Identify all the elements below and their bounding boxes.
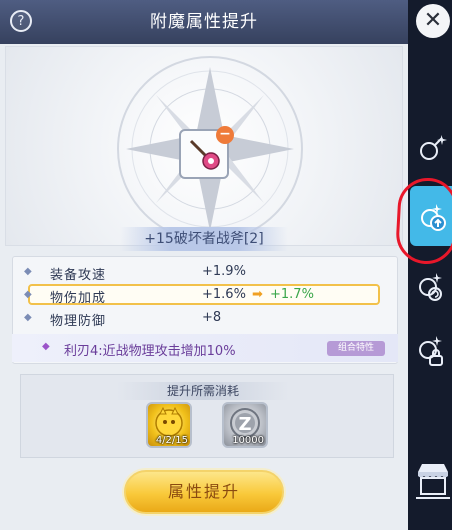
stat-next-value: +1.7% [270, 287, 314, 302]
right-sidebar [408, 0, 452, 530]
item-name: +15破坏者战斧[2] [120, 227, 288, 251]
stat-name: 装备攻速 [50, 268, 107, 283]
diamond-icon: ◆ [42, 341, 50, 352]
arrow-right-icon: ➡ [252, 287, 263, 302]
stat-current-value: +1.9% [202, 264, 246, 279]
diamond-icon: ◆ [24, 266, 32, 277]
help-button[interactable]: ? [10, 10, 32, 32]
stat-current-value: +8 [202, 310, 222, 325]
diamond-icon: ◆ [24, 289, 32, 300]
stat-current-value: +1.6% [202, 287, 246, 302]
combo-bonus-row: ◆ 利刃4:近战物理攻击增加10% 组合特性 [12, 334, 398, 362]
material-count: 4/2/15 [155, 435, 188, 446]
sidebar-tab-enchant-lock[interactable] [414, 334, 448, 368]
page-title: 附魔属性提升 [150, 12, 258, 32]
combo-tag-badge: 组合特性 [327, 341, 385, 356]
stat-row[interactable]: ◆ 装备攻速 +1.9% [24, 262, 380, 284]
stat-row[interactable]: ◆ 物理防御 +8 [24, 308, 380, 330]
material-slot-zeny[interactable]: Z 10000 [222, 402, 268, 448]
stat-name: 物理防御 [50, 314, 107, 329]
annotation-red-circle [394, 176, 452, 266]
stat-row[interactable]: ◆ 物伤加成 +1.6% ➡ +1.7% [24, 285, 380, 307]
diamond-icon: ◆ [24, 312, 32, 323]
enchant-reset-icon [419, 273, 442, 301]
upgrade-attribute-button[interactable]: 属性提升 [124, 470, 284, 514]
combo-bonus-text: 利刃4:近战物理攻击增加10% [64, 344, 236, 359]
svg-text:Z: Z [238, 414, 251, 435]
sidebar-tab-enchant-reset[interactable] [414, 270, 448, 304]
material-count: 10000 [232, 435, 264, 446]
sidebar-tab-enchant[interactable] [414, 132, 448, 166]
material-slot-gold[interactable]: 4/2/15 [146, 402, 192, 448]
enchant-lock-icon [419, 336, 443, 366]
remove-item-button[interactable]: − [216, 126, 234, 144]
shop-icon [416, 464, 450, 499]
title-bar: 附魔属性提升 [0, 0, 408, 44]
sidebar-tab-shop[interactable] [414, 460, 450, 499]
close-button[interactable]: ✕ [416, 4, 450, 38]
stat-name: 物伤加成 [50, 291, 107, 306]
cost-title: 提升所需消耗 [117, 382, 289, 400]
enchant-icon [420, 135, 447, 160]
